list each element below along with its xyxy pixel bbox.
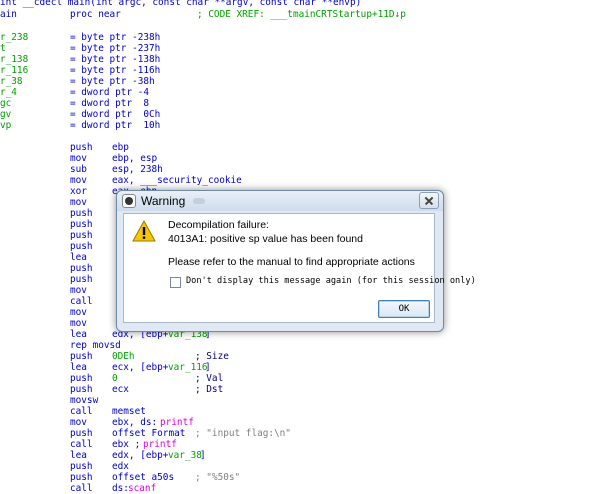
code-token: ] — [205, 362, 211, 373]
code-token: ] — [200, 450, 206, 461]
code-token: offset a50s — [112, 472, 175, 483]
code-token: ; Size — [195, 351, 229, 362]
code-token: var_116 — [168, 362, 208, 373]
code-token: edx — [112, 461, 129, 472]
code-token: mov — [70, 197, 87, 208]
code-token: = dword ptr -4 — [70, 87, 150, 98]
code-token: = byte ptr -38h — [70, 76, 155, 87]
code-token: push — [70, 219, 93, 230]
code-token: proc near — [70, 9, 121, 20]
code-token: esp, 238h — [112, 164, 163, 175]
code-token: ; "input flag:\n" — [195, 428, 291, 439]
code-token: 0DEh — [112, 351, 135, 362]
code-token: 0 — [112, 373, 118, 384]
code-token: push — [70, 461, 93, 472]
code-token: push — [70, 351, 93, 362]
code-token: push — [70, 208, 93, 219]
code-token: var_38 — [168, 450, 202, 461]
code-token: call — [70, 406, 93, 417]
code-token: push — [70, 472, 93, 483]
code-token: xor — [70, 186, 87, 197]
code-token: lea — [70, 450, 87, 461]
dont-display-checkbox[interactable] — [170, 277, 181, 288]
code-token: push — [70, 241, 93, 252]
code-token: ebx ; — [112, 439, 146, 450]
dialog-title: Warning — [141, 194, 186, 208]
code-token: vp — [0, 120, 12, 131]
code-token: push — [70, 428, 93, 439]
blurred-title-text — [193, 198, 205, 204]
code-token: t — [0, 43, 6, 54]
code-token: ain — [0, 9, 17, 20]
code-token: push — [70, 373, 93, 384]
code-token: call — [70, 296, 93, 307]
code-token: = byte ptr -138h — [70, 54, 161, 65]
code-token: mov — [70, 417, 87, 428]
message-line-1: Decompilation failure: — [168, 219, 269, 231]
code-token: ; CODE XREF: ___tmainCRTStartup+11D↓p — [197, 9, 406, 20]
app-icon — [122, 194, 136, 208]
close-button[interactable] — [419, 192, 439, 209]
dialog-body: Decompilation failure: 4013A1: positive … — [123, 213, 476, 323]
ok-button[interactable]: OK — [378, 300, 430, 318]
code-token: mov — [70, 318, 87, 329]
dont-display-label[interactable]: Don't display this message again (for th… — [186, 276, 476, 286]
code-token: = byte ptr -116h — [70, 65, 161, 76]
code-token: mov — [70, 153, 87, 164]
code-token: sub — [70, 164, 87, 175]
code-token: push — [70, 230, 93, 241]
code-token: r_138 — [0, 54, 29, 65]
code-token: = dword ptr 8 — [70, 98, 150, 109]
code-token: push — [70, 274, 93, 285]
code-token: memset — [112, 406, 146, 417]
code-token: r_116 — [0, 65, 29, 76]
code-token: = dword ptr 10h — [70, 120, 161, 131]
code-token: eax, ___security_cookie — [112, 175, 242, 186]
code-token: scanf — [128, 483, 157, 494]
code-token: mov — [70, 285, 87, 296]
code-token: call — [70, 483, 93, 494]
code-token: gv — [0, 109, 12, 120]
code-token: printf — [160, 417, 194, 428]
code-token: = byte ptr -238h — [70, 32, 161, 43]
dialog-titlebar[interactable]: Warning — [117, 191, 443, 211]
code-token: ebp — [112, 142, 129, 153]
code-token: ; "%50s" — [195, 472, 241, 483]
code-token: edx, [ebp+ — [112, 450, 169, 461]
code-token: lea — [70, 329, 87, 340]
code-token: gc — [0, 98, 12, 109]
code-token: mov — [70, 175, 87, 186]
warning-icon — [132, 220, 156, 242]
code-token: mov — [70, 307, 87, 318]
code-token: ds: — [112, 483, 129, 494]
code-token: int __cdecl main(int argc, const char **… — [0, 0, 362, 8]
code-token: push — [70, 142, 93, 153]
code-token: printf — [143, 439, 177, 450]
code-token: = dword ptr 0Ch — [70, 109, 161, 120]
code-token: r_38 — [0, 76, 23, 87]
code-token: call — [70, 439, 93, 450]
message-line-3: Please refer to the manual to find appro… — [168, 256, 415, 268]
code-token: ; Dst — [195, 384, 224, 395]
code-token: push — [70, 384, 93, 395]
code-token: push — [70, 263, 93, 274]
code-token: lea — [70, 252, 87, 263]
code-token: movsw — [70, 395, 99, 406]
code-token: ebx, ds: — [112, 417, 158, 428]
code-token: = byte ptr -237h — [70, 43, 161, 54]
code-token: ecx, [ebp+ — [112, 362, 169, 373]
code-token: r_4 — [0, 87, 17, 98]
code-token: ebp, esp — [112, 153, 158, 164]
code-token: r_238 — [0, 32, 29, 43]
code-token: ecx — [112, 384, 129, 395]
code-token: rep movsd — [70, 340, 121, 351]
warning-dialog: Warning Decompilation failure: 4013A1: p… — [116, 190, 476, 332]
code-token: offset Format — [112, 428, 186, 439]
code-token: ; Val — [195, 373, 224, 384]
message-line-2: 4013A1: positive sp value has been found — [168, 233, 363, 245]
code-token: lea — [70, 362, 87, 373]
